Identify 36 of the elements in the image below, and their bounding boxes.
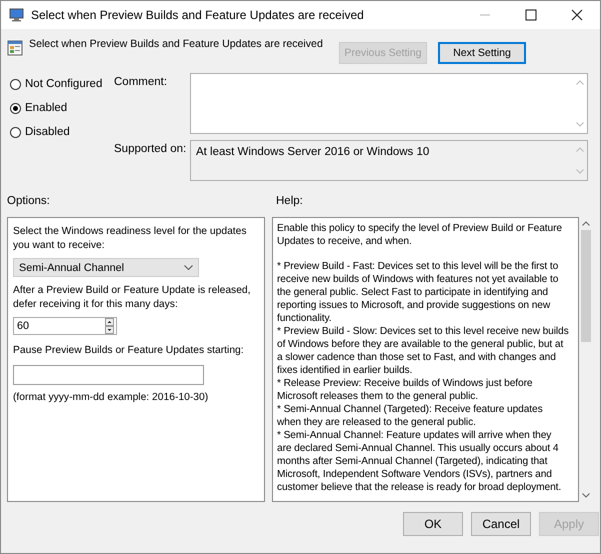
scroll-thumb[interactable]	[581, 230, 591, 342]
help-label: Help:	[276, 195, 303, 209]
scroll-down-icon	[576, 122, 584, 127]
format-hint: (format yyyy-mm-dd example: 2016-10-30)	[13, 391, 208, 405]
scroll-up-icon	[576, 147, 584, 152]
radio-option[interactable]: Enabled	[10, 101, 114, 115]
defer-days-field[interactable]: 60	[13, 317, 117, 335]
scroll-up-icon	[576, 80, 584, 85]
help-text: * Preview Build - Fast: Devices set to this level will be the first to receive new builds of Windows with features not yet available to the general public. Select Fast to participate in identifying and reporting issues to Microsoft, and provide suggestions on new functionality. * Preview Build - Slow: Devices set to this level receive new builds of Windows before they are available to the general public, but at a slower cadence than those set to Fast, and with changes and fixes identified in earlier builds. * Release Preview: Receive builds of Windows just before Microsoft releases them to the general public. * Semi-Annual Channel (Targeted): Receive feature updates when they are released to the general public. * Semi-Annual Channel: Feature updates will arrive when they are declared Semi-Annual Channel. This usually occurs about 4 months after Semi-Annual Channel (Targeted), indicating that Microsoft, Independent Software Vendors (ISVs), partners and customer believe that the release is ready for broad deployment.	[277, 260, 570, 494]
pause-label: Pause Preview Builds or Feature Updates starting:	[13, 344, 244, 358]
policy-icon	[7, 40, 23, 56]
scroll-down-icon[interactable]	[582, 493, 590, 498]
readiness-dropdown[interactable]: Semi-Annual Channel	[13, 258, 199, 277]
close-icon[interactable]	[571, 9, 583, 21]
comment-field[interactable]	[190, 73, 588, 134]
dialog-button[interactable]: OK	[403, 512, 463, 536]
maximize-icon[interactable]	[525, 9, 537, 21]
spinner-arrows-icon[interactable]	[105, 318, 114, 334]
radio-option[interactable]: Not Configured	[10, 77, 114, 91]
scroll-down-icon	[576, 169, 584, 174]
readiness-label: Select the Windows readiness level for the updates you want to receive:	[13, 225, 248, 253]
window-title: Select when Preview Builds and Feature Updates are received	[31, 8, 364, 22]
pause-date-field[interactable]	[13, 365, 204, 385]
supported-on-label: Supported on:	[114, 142, 188, 157]
comment-label: Comment:	[114, 75, 168, 90]
chevron-down-icon	[184, 265, 193, 270]
radio-option[interactable]: Disabled	[10, 125, 114, 139]
supported-on-text: At least Windows Server 2016 or Windows 10	[195, 145, 430, 160]
scroll-up-icon[interactable]	[582, 221, 590, 226]
help-text: Enable this policy to specify the level of Preview Build or Feature Updates to receive, and when.	[277, 222, 563, 248]
setting-button[interactable]: Next Setting	[438, 42, 526, 64]
defer-label: After a Preview Build or Feature Update is released, defer receiving it for this many days:	[13, 284, 252, 312]
computer-icon	[9, 8, 25, 22]
options-label: Options:	[7, 195, 51, 209]
dialog-button[interactable]: Cancel	[471, 512, 531, 536]
policy-title: Select when Preview Builds and Feature Updates are received	[29, 38, 324, 50]
